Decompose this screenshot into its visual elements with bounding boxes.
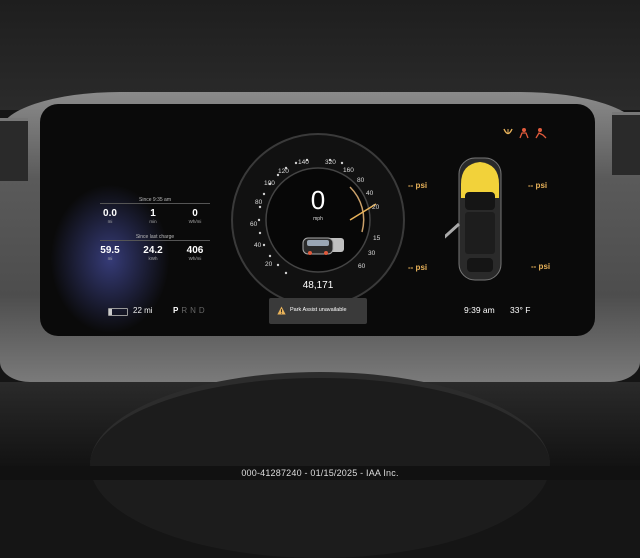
tick-label: 320: [325, 159, 336, 166]
tick-label: 20: [265, 261, 273, 268]
charge-stat-efficiency: 406 Wh/mi: [186, 245, 204, 261]
tick-label: 160: [343, 167, 354, 174]
tpms-warning-icon: [503, 128, 513, 135]
trip-stat-efficiency: 0 Wh/mi: [188, 208, 202, 224]
tick-label: 15: [373, 235, 381, 242]
tick-label: 60: [250, 221, 258, 228]
seatbelt-warning-icon: [519, 128, 529, 139]
status-icons: [503, 128, 547, 139]
park-assist-alert: Park Assist unavailable: [269, 298, 367, 324]
airbag-warning-icon: [535, 128, 547, 139]
trip-stat-time: 1 min: [149, 208, 157, 224]
warning-triangle-icon: [277, 306, 286, 315]
gear-selector: PRND: [173, 306, 208, 315]
tire-front-right-psi: -- psi: [528, 181, 548, 190]
trip-stat-distance: 0.0 mi: [103, 208, 117, 224]
tick-label: 140: [298, 159, 309, 166]
speed-readout: 0: [310, 185, 326, 215]
outside-temperature: 33° F: [510, 305, 531, 315]
tick-label: 80: [357, 177, 365, 184]
car-top-view: [445, 157, 502, 281]
clock: 9:39 am: [464, 305, 495, 315]
instrument-cluster-screen: Since 9:35 am 0.0 mi 1 min 0 Wh/mi Since…: [40, 104, 595, 336]
tick-label: 30: [368, 250, 376, 257]
tick-label: 40: [254, 242, 262, 249]
watermark-footer: 000-41287240 - 01/15/2025 - IAA Inc.: [0, 466, 640, 480]
tick-label: 40: [366, 190, 374, 197]
tick-label: 100: [264, 180, 275, 187]
range-readout: 22 mi: [133, 306, 153, 315]
steering-wheel: [90, 372, 550, 558]
gear-n: N: [190, 306, 199, 315]
tick-label: 120: [278, 168, 289, 175]
odometer-readout: 48,171: [302, 280, 334, 291]
tire-rear-right-psi: -- psi: [531, 262, 551, 271]
tick-label: 20: [372, 204, 380, 211]
charge-stat-energy: 24.2 kWh: [143, 245, 163, 261]
tick-label: 60: [358, 263, 366, 270]
gear-r: R: [181, 306, 191, 315]
battery-icon: [108, 308, 128, 316]
tire-front-left-psi: -- psi: [408, 181, 428, 190]
tick-label: 80: [255, 199, 263, 206]
divider: [100, 203, 210, 204]
divider: [100, 240, 210, 241]
left-vent: [0, 118, 28, 181]
speed-unit: mph: [313, 216, 323, 222]
right-vent: [612, 112, 640, 175]
park-assist-text: Park Assist unavailable: [290, 307, 347, 313]
tire-rear-left-psi: -- psi: [408, 263, 428, 272]
charge-stat-distance: 59.5 mi: [100, 245, 120, 261]
gear-d: D: [198, 306, 208, 315]
